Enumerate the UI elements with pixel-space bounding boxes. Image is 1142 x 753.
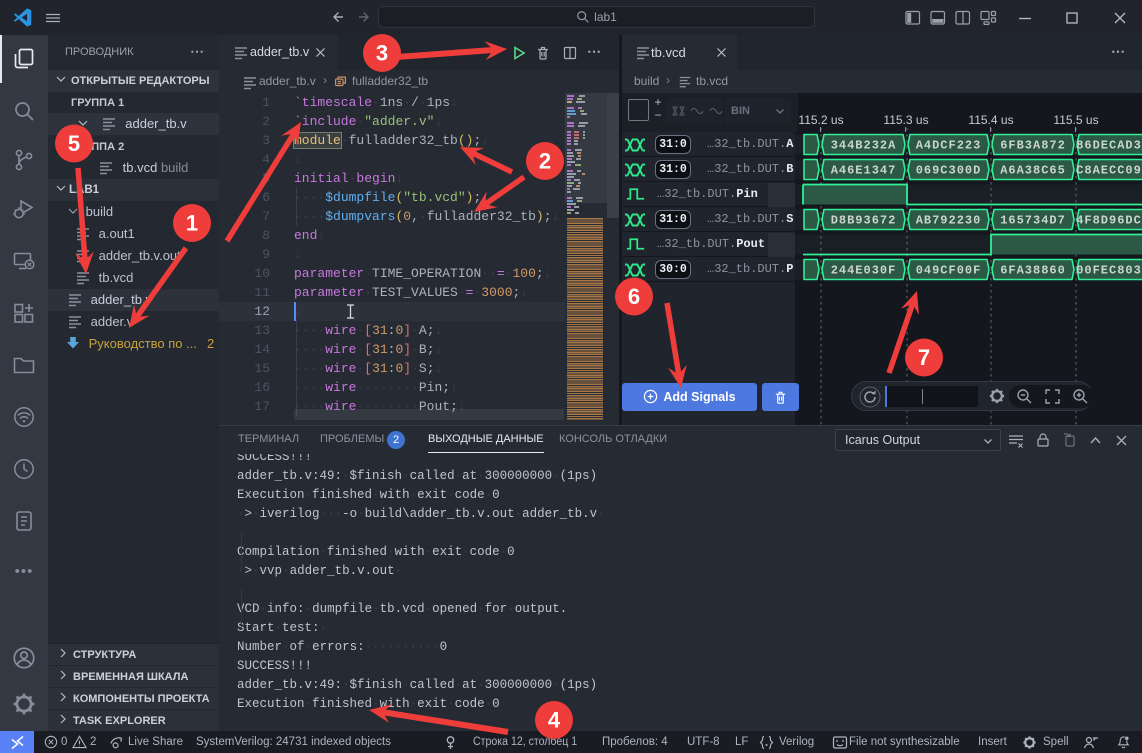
svg-text:5: 5	[68, 131, 80, 156]
svg-text:1: 1	[186, 211, 198, 236]
svg-text:4: 4	[548, 708, 561, 733]
svg-text:6: 6	[628, 284, 640, 309]
svg-text:7: 7	[918, 345, 930, 370]
svg-text:3: 3	[376, 41, 388, 66]
svg-text:2: 2	[539, 149, 551, 174]
